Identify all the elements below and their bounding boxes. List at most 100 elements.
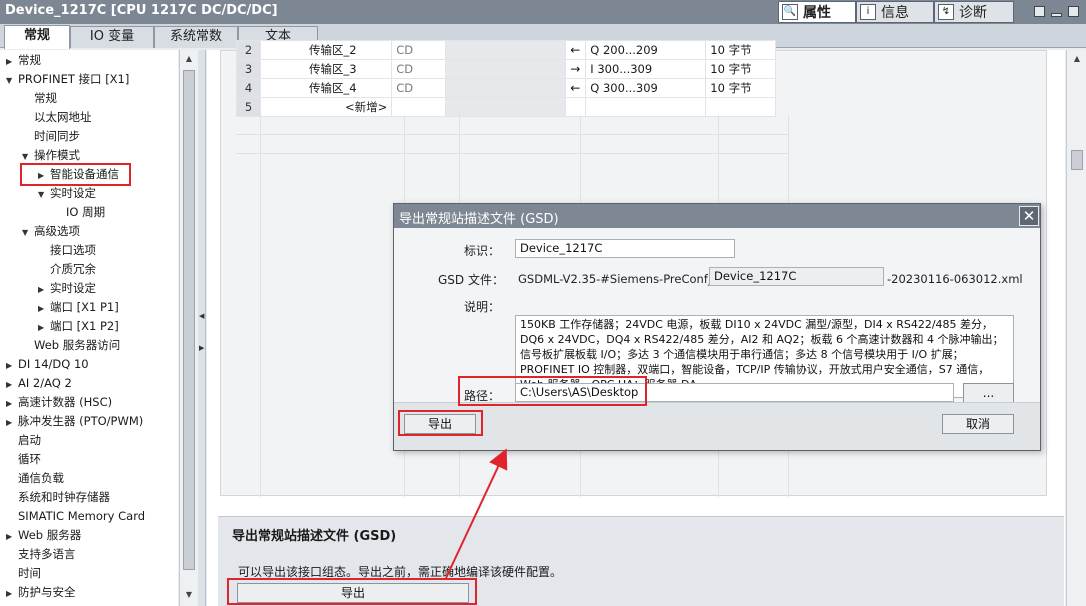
tree-item[interactable]: ▼ 高级选项 [22, 222, 80, 241]
main-scrollbar[interactable]: ▲ [1066, 50, 1086, 606]
tree-item-label: 通信负载 [18, 471, 64, 485]
empty-cell [445, 97, 567, 117]
tree-item[interactable]: ▶ DI 14/DQ 10 [6, 355, 89, 374]
transfer-area-table: 2 传输区_2 CD ← Q 200...209 10 字节 3 传输区_3 CD → I 300.… [236, 40, 777, 117]
transfer-area-length: 10 字节 [705, 59, 777, 79]
tree-item[interactable]: ▶ 常规 [6, 51, 41, 70]
tree-item-label: 启动 [18, 433, 41, 447]
row-number: 3 [236, 59, 261, 79]
tree-item[interactable]: 启动 [6, 431, 41, 450]
table-row[interactable]: 2 传输区_2 CD ← Q 200...209 10 字节 [236, 40, 777, 60]
direction-arrow-icon: ← [565, 78, 587, 98]
expand-arrow-icon[interactable]: ▶ [6, 394, 18, 413]
direction-arrow-icon: ← [565, 40, 587, 60]
transfer-area-name: 传输区_3 [259, 59, 393, 79]
tree-scrollbar[interactable]: ▲ ▼ [179, 50, 198, 606]
expand-arrow-icon[interactable]: ▶ [6, 527, 18, 546]
tree-item[interactable]: ▶ 脉冲发生器 (PTO/PWM) [6, 412, 143, 431]
tab-system-constants[interactable]: 系统常数 [154, 26, 238, 48]
tree-item[interactable]: 循环 [6, 450, 41, 469]
browse-button[interactable]: ... [963, 383, 1014, 403]
minimize-icon[interactable] [1051, 13, 1062, 17]
main-scroll-thumb[interactable] [1071, 150, 1083, 170]
id-input[interactable]: Device_1217C [515, 239, 735, 258]
row-number: 5 [236, 97, 261, 117]
tree-item[interactable]: 接口选项 [38, 241, 96, 260]
transfer-area-type: CD [391, 59, 447, 79]
transfer-area-length: 10 字节 [705, 78, 777, 98]
expand-arrow-icon[interactable]: ▶ [6, 584, 18, 603]
grid-line [236, 134, 789, 135]
tree-item[interactable]: 介质冗余 [38, 260, 96, 279]
tree-item[interactable]: ▶ 端口 [X1 P1] [38, 298, 119, 317]
collapse-arrow-icon[interactable]: ▼ [6, 71, 18, 90]
tree-item[interactable]: 支持多语言 [6, 545, 76, 564]
tree-item-label: 以太网地址 [34, 110, 92, 124]
transfer-area-address: Q 200...209 [585, 40, 707, 60]
expand-arrow-icon[interactable]: ▶ [6, 356, 18, 375]
tree-item[interactable]: 系统和时钟存储器 [6, 488, 110, 507]
maximize-icon[interactable] [1068, 6, 1079, 17]
expand-arrow-icon[interactable]: ▶ [38, 280, 50, 299]
tree-item[interactable]: Web 服务器访问 [22, 336, 120, 355]
tree-item[interactable]: ▼ 实时设定 [38, 184, 96, 203]
tab-properties-label: 属性 [803, 5, 831, 21]
collapse-left-icon[interactable]: ◀ [199, 312, 205, 330]
tree-item[interactable]: SIMATIC Memory Card [6, 507, 145, 526]
expand-arrow-icon[interactable]: ▶ [6, 52, 18, 71]
gsd-file-name-input[interactable]: Device_1217C [709, 267, 884, 286]
tree-item[interactable]: 时间 [6, 564, 41, 583]
tree-item[interactable]: ▶ 防护与安全 [6, 583, 76, 602]
table-row[interactable]: 4 传输区_4 CD ← Q 300...309 10 字节 [236, 78, 777, 98]
collapse-arrow-icon[interactable]: ▼ [22, 223, 34, 242]
scroll-up-icon[interactable]: ▲ [1072, 54, 1082, 64]
inspector-title-bar: Device_1217C [CPU 1217C DC/DC/DC] 🔍 属性 i… [0, 0, 1086, 24]
tree-item-label: 实时设定 [50, 186, 96, 200]
tree-item[interactable]: 时间同步 [22, 127, 80, 146]
tab-info[interactable]: i 信息 [856, 1, 934, 23]
row-number: 4 [236, 78, 261, 98]
expand-arrow-icon[interactable]: ▶ [6, 375, 18, 394]
tree-item[interactable]: 以太网地址 [22, 108, 92, 127]
dialog-cancel-button[interactable]: 取消 [942, 414, 1014, 434]
tab-general[interactable]: 常规 [4, 25, 70, 49]
tab-diagnostics-label: 诊断 [959, 5, 987, 21]
tree-item-label: Web 服务器访问 [34, 338, 121, 352]
expand-right-icon[interactable]: ▶ [199, 344, 205, 362]
tree-item[interactable]: 常规 [22, 89, 57, 108]
properties-icon: 🔍 [782, 4, 798, 20]
tree-item-label: SIMATIC Memory Card [18, 509, 146, 523]
description-line: DQ6 x 24VDC，DQ4 x RS422/485 差分，AI2 和 AQ2… [520, 333, 1004, 346]
tree-item[interactable]: ▶ 实时设定 [38, 279, 96, 298]
add-new-row[interactable]: <新增> [259, 97, 393, 117]
float-window-icon[interactable] [1034, 6, 1045, 17]
tree-item-label: Web 服务器 [18, 528, 82, 542]
expand-arrow-icon[interactable]: ▶ [38, 318, 50, 337]
collapse-arrow-icon[interactable]: ▼ [38, 185, 50, 204]
tab-io-tags[interactable]: IO 变量 [70, 26, 154, 48]
tab-properties[interactable]: 🔍 属性 [778, 1, 856, 23]
tree-scroll-thumb[interactable] [183, 70, 195, 570]
tree-item[interactable]: ▶ 高速计数器 (HSC) [6, 393, 112, 412]
tree-item[interactable]: ▶ AI 2/AQ 2 [6, 374, 72, 393]
tree-item[interactable]: ▶ Web 服务器 [6, 526, 81, 545]
scroll-up-icon[interactable]: ▲ [183, 54, 195, 66]
tree-item[interactable]: IO 周期 [54, 203, 105, 222]
table-row[interactable]: 3 传输区_3 CD → I 300...309 10 字节 [236, 59, 777, 79]
tree-item[interactable]: 通信负载 [6, 469, 64, 488]
expand-arrow-icon[interactable]: ▶ [38, 299, 50, 318]
tab-diagnostics[interactable]: ↯ 诊断 [934, 1, 1014, 23]
tree-item-label: 支持多语言 [18, 547, 76, 561]
expand-arrow-icon[interactable]: ▶ [6, 413, 18, 432]
device-title: Device_1217C [CPU 1217C DC/DC/DC] [5, 3, 278, 18]
description-line: 信号板扩展板载 I/O；多达 3 个通信模块用于串行通信；多达 8 个信号模块用… [520, 348, 964, 361]
transfer-area-name: 传输区_2 [259, 40, 393, 60]
tree-item[interactable]: ▶ 端口 [X1 P2] [38, 317, 119, 336]
close-icon[interactable]: ✕ [1019, 206, 1039, 226]
tree-item[interactable]: ▼ PROFINET 接口 [X1] [6, 70, 129, 89]
annotation-box-dialog-export [398, 410, 483, 436]
diagnostics-icon: ↯ [938, 4, 954, 20]
table-row-add[interactable]: 5 <新增> [236, 97, 777, 117]
navigation-tree: ▶ 常规 ▼ PROFINET 接口 [X1] 常规 以太网地址 时间同步 ▼ 操作模式 ▶ 智能设… [0, 50, 178, 606]
scroll-down-icon[interactable]: ▼ [183, 590, 195, 602]
